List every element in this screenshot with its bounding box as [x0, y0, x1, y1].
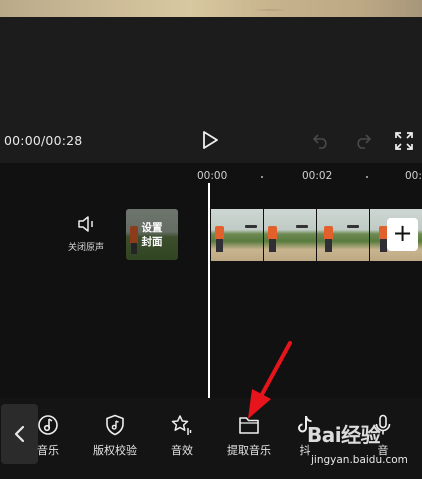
tool-label: 提取音乐: [227, 444, 271, 457]
fullscreen-icon[interactable]: [394, 131, 414, 151]
ruler-tick: [261, 176, 263, 178]
redo-icon[interactable]: [354, 131, 372, 149]
set-cover-label: 设置 封面: [130, 221, 174, 249]
folder-icon: [239, 417, 259, 434]
back-button[interactable]: [1, 404, 38, 464]
ruler-label: 00:00: [197, 170, 228, 182]
ruler-label: 00:0: [405, 170, 422, 182]
add-clip-button[interactable]: +: [387, 218, 418, 251]
play-icon[interactable]: [200, 130, 220, 150]
tool-label: 音乐: [37, 444, 59, 457]
timeline: [0, 163, 422, 398]
music-note-icon: [38, 415, 58, 435]
tool-music[interactable]: 音乐: [36, 414, 60, 460]
ruler-tick: [366, 176, 368, 178]
cover-label-line: 设置: [141, 222, 163, 234]
ruler-label: 00:02: [302, 170, 333, 182]
mute-original-label[interactable]: 关闭原声: [68, 240, 104, 253]
tool-copyright-check[interactable]: 版权校验: [88, 414, 142, 460]
preview-shadow: [0, 0, 422, 17]
star-sound-icon: [171, 415, 192, 435]
tool-sound-effects[interactable]: 音效: [166, 414, 198, 460]
clip-frame: [211, 209, 263, 261]
baidu-watermark-url: jingyan.baidu.com: [311, 454, 408, 466]
baidu-watermark-logo: Bai经验: [307, 423, 381, 447]
tool-label: 音效: [171, 444, 193, 457]
tool-extract-music[interactable]: 提取音乐: [226, 414, 272, 460]
time-readout: 00:00/00:28: [4, 133, 83, 148]
clip-frame: [317, 209, 369, 261]
clip-frame: [264, 209, 316, 261]
undo-icon[interactable]: [312, 131, 330, 149]
playhead[interactable]: [208, 183, 210, 398]
cover-label-line: 封面: [141, 236, 163, 248]
shield-music-icon: [106, 414, 124, 436]
chevron-left-icon: [14, 425, 25, 443]
tool-label: 版权校验: [93, 444, 137, 457]
speaker-icon[interactable]: [77, 214, 97, 234]
